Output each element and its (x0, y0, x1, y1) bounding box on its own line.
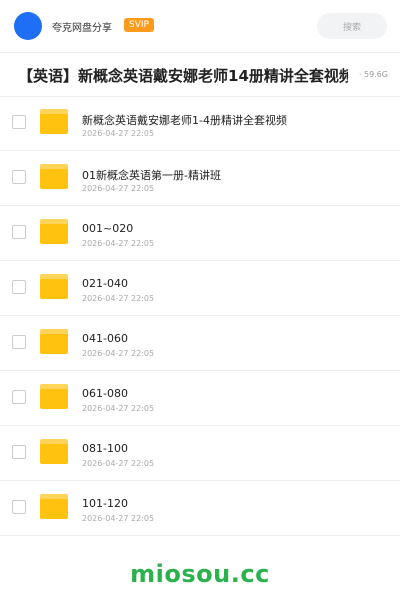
folder-icon (40, 439, 68, 464)
footer: miosou.cc (0, 548, 400, 600)
folder-icon (40, 329, 68, 354)
folder-icon (40, 274, 68, 299)
file-row[interactable]: 001~020 2026-04-27 22:05 (0, 206, 400, 261)
file-name[interactable]: 041-060 (82, 332, 128, 345)
file-row[interactable]: 061-080 2026-04-27 22:05 (0, 371, 400, 426)
file-name[interactable]: 新概念英语戴安娜老师1-4册精讲全套视频 (82, 112, 287, 128)
file-date: 2026-04-27 22:05 (82, 239, 155, 248)
row-checkbox[interactable] (12, 390, 26, 404)
row-checkbox[interactable] (12, 445, 26, 459)
file-date: 2026-04-27 22:05 (82, 294, 155, 303)
file-date: 2026-04-27 22:05 (82, 184, 155, 193)
file-row[interactable]: 101-120 2026-04-27 22:05 (0, 481, 400, 536)
file-row[interactable]: 021-040 2026-04-27 22:05 (0, 261, 400, 316)
file-row[interactable]: 新概念英语戴安娜老师1-4册精讲全套视频 2026-04-27 22:05 (0, 96, 400, 151)
file-name[interactable]: 101-120 (82, 497, 128, 510)
app-logo-icon[interactable] (14, 12, 42, 40)
file-row[interactable]: 081-100 2026-04-27 22:05 (0, 426, 400, 481)
brand-label: 夸克网盘分享 (52, 23, 112, 34)
file-row[interactable]: 01新概念英语第一册-精讲班 2026-04-27 22:05 (0, 151, 400, 206)
share-title: 【英语】新概念英语戴安娜老师14册精讲全套视频 (18, 67, 348, 85)
file-name[interactable]: 001~020 (82, 222, 133, 235)
folder-icon (40, 109, 68, 134)
row-checkbox[interactable] (12, 280, 26, 294)
file-date: 2026-04-27 22:05 (82, 459, 155, 468)
file-list: 新概念英语戴安娜老师1-4册精讲全套视频 2026-04-27 22:05 01… (0, 96, 400, 536)
row-checkbox[interactable] (12, 335, 26, 349)
share-size: · 59.6G (356, 70, 388, 79)
file-name[interactable]: 061-080 (82, 387, 128, 400)
share-title-bar: 【英语】新概念英语戴安娜老师14册精讲全套视频 · 59.6G (0, 52, 400, 97)
file-name[interactable]: 021-040 (82, 277, 128, 290)
row-checkbox[interactable] (12, 115, 26, 129)
folder-icon (40, 494, 68, 519)
site-watermark: miosou.cc (130, 560, 270, 588)
folder-icon (40, 219, 68, 244)
search-placeholder: 搜索 (342, 22, 361, 33)
row-checkbox[interactable] (12, 500, 26, 514)
file-row[interactable]: 041-060 2026-04-27 22:05 (0, 316, 400, 371)
file-date: 2026-04-27 22:05 (82, 129, 155, 138)
folder-icon (40, 164, 68, 189)
search-input[interactable]: 搜索 (317, 13, 387, 39)
top-header: 夸克网盘分享 SVIP 搜索 (0, 0, 400, 53)
folder-icon (40, 384, 68, 409)
row-checkbox[interactable] (12, 225, 26, 239)
file-date: 2026-04-27 22:05 (82, 404, 155, 413)
file-date: 2026-04-27 22:05 (82, 349, 155, 358)
row-checkbox[interactable] (12, 170, 26, 184)
file-name[interactable]: 081-100 (82, 442, 128, 455)
file-name[interactable]: 01新概念英语第一册-精讲班 (82, 167, 221, 183)
file-date: 2026-04-27 22:05 (82, 514, 155, 523)
svip-badge[interactable]: SVIP (124, 18, 154, 32)
